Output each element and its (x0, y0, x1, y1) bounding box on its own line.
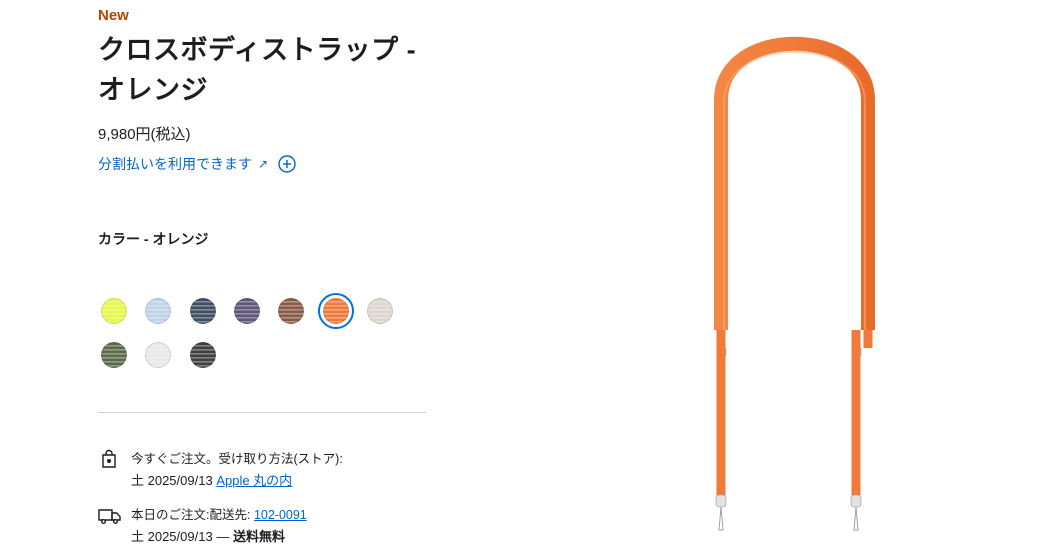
color-swatch-brown[interactable] (278, 298, 305, 324)
delivery-truck-icon (98, 509, 121, 524)
color-swatch-lime[interactable] (101, 298, 127, 324)
delivery-prefix: 本日のご注文:配送先: (131, 508, 251, 522)
delivery-line1: 本日のご注文:配送先: 102-0091 (131, 504, 431, 526)
color-swatch-stone[interactable] (366, 298, 393, 324)
product-price: 9,980円(税込) (98, 126, 191, 143)
installment-link-label: 分割払いを利用できます (98, 156, 252, 172)
delivery-line2: 土 2025/09/13 — 送料無料 (131, 526, 431, 544)
pickup-line1: 今すぐご注文。受け取り方法(ストア): (131, 452, 343, 466)
plus-circle-icon[interactable] (278, 155, 296, 173)
divider (98, 412, 426, 413)
color-swatch-white[interactable] (145, 342, 172, 368)
product-page: New クロスボディストラップ - オレンジ 9,980円(税込) 分割払いを利… (0, 0, 1039, 544)
color-swatch-orange[interactable] (322, 298, 349, 324)
color-swatch-purple[interactable] (233, 298, 260, 324)
installment-link[interactable]: 分割払いを利用できます ↗ (98, 154, 296, 174)
color-swatch-green[interactable] (101, 342, 127, 368)
delivery-sep: — (216, 529, 230, 544)
strap-product-image (714, 36, 875, 531)
new-badge: New (98, 7, 129, 24)
free-shipping-label: 送料無料 (232, 529, 285, 544)
color-swatch-black[interactable] (189, 342, 216, 368)
postal-code-link[interactable]: 102-0091 (254, 508, 307, 522)
pickup-date: 土 2025/09/13 (131, 473, 213, 488)
color-swatch-navy[interactable] (189, 298, 216, 324)
pickup-line2: 土 2025/09/13 Apple 丸の内 (131, 470, 431, 492)
color-swatch-light-blue[interactable] (145, 298, 172, 324)
delivery-date: 土 2025/09/13 (131, 529, 213, 544)
external-arrow-icon: ↗ (258, 157, 269, 171)
color-label: カラー - オレンジ (98, 231, 209, 247)
shopping-bag-icon (102, 449, 116, 468)
product-title: クロスボディストラップ - オレンジ (98, 35, 417, 105)
store-link[interactable]: Apple 丸の内 (216, 473, 292, 488)
